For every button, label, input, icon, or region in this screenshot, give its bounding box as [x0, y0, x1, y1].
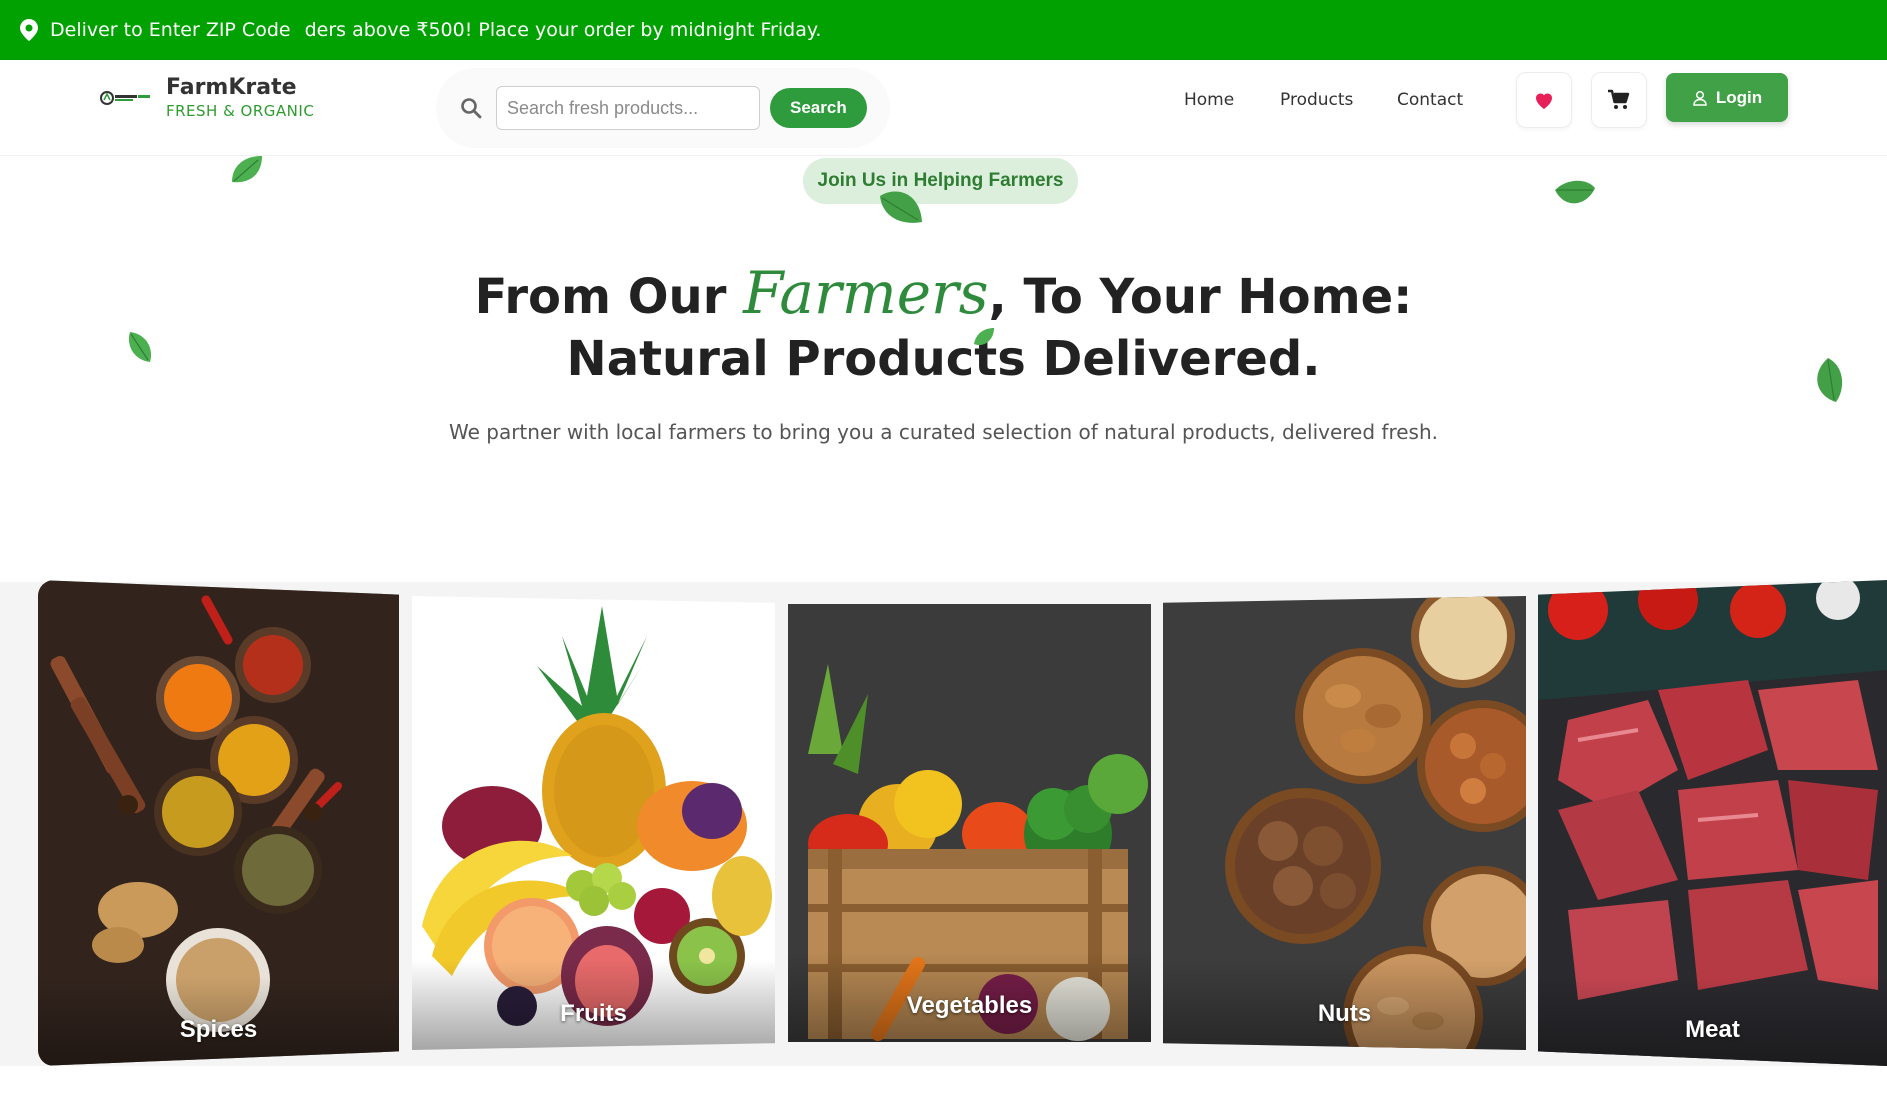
nav-home[interactable]: Home — [1184, 90, 1234, 110]
cart-button[interactable] — [1591, 72, 1647, 128]
category-label: Vegetables — [906, 992, 1033, 1019]
join-farmers-pill[interactable]: Join Us in Helping Farmers — [803, 158, 1078, 204]
brand-logo-link[interactable]: FarmKrate FRESH & ORGANIC — [100, 75, 314, 121]
category-card-spices[interactable]: Spices — [38, 580, 399, 1066]
headline-text-2: , To Your Home: — [988, 269, 1413, 325]
zip-code-link[interactable]: Deliver to Enter ZIP Code — [50, 19, 291, 41]
nav-contact[interactable]: Contact — [1397, 90, 1463, 110]
headline-script-word: Farmers — [743, 259, 989, 327]
login-label: Login — [1715, 87, 1763, 107]
announcement-text: ders above ₹500! Place your order by mid… — [304, 19, 822, 41]
user-icon — [1693, 90, 1707, 106]
site-header: FarmKrate FRESH & ORGANIC Search Home Pr… — [0, 60, 1887, 156]
announcement-bar: Deliver to Enter ZIP Code ders above ₹50… — [0, 0, 1887, 60]
leaf-icon — [232, 156, 262, 183]
login-button[interactable]: Login — [1666, 73, 1788, 122]
category-label: Fruits — [560, 1000, 627, 1027]
leaf-icon — [880, 191, 922, 223]
cart-icon — [1608, 89, 1630, 109]
search-button[interactable]: Search — [770, 88, 867, 128]
leaf-icon — [1817, 358, 1843, 402]
search-input[interactable] — [496, 86, 760, 130]
leaf-icon — [1555, 180, 1595, 204]
location-pin-icon[interactable] — [20, 19, 38, 41]
category-label: Spices — [179, 1016, 258, 1043]
brand-tagline: FRESH & ORGANIC — [166, 102, 315, 120]
leaf-icon — [974, 328, 994, 346]
category-card-meat[interactable]: Meat — [1538, 580, 1887, 1066]
farmkrate-logo-icon — [100, 91, 150, 105]
heart-icon — [1536, 93, 1552, 109]
wishlist-button[interactable] — [1516, 72, 1572, 128]
brand-name: FarmKrate — [166, 75, 297, 100]
nav-products[interactable]: Products — [1280, 90, 1353, 110]
category-card-vegetables[interactable]: Vegetables — [788, 604, 1151, 1042]
category-card-fruits[interactable]: Fruits — [412, 596, 775, 1050]
category-card-nuts[interactable]: Nuts — [1163, 596, 1526, 1050]
category-label: Meat — [1685, 1016, 1740, 1043]
category-label: Nuts — [1317, 1000, 1372, 1027]
leaf-icon — [128, 332, 152, 362]
hero-headline: From Our Farmers, To Your Home: Natural … — [400, 262, 1487, 390]
headline-line-2: Natural Products Delivered. — [566, 331, 1321, 387]
search-icon — [461, 98, 482, 119]
headline-text-1: From Our — [474, 269, 744, 325]
hero-subtitle: We partner with local farmers to bring y… — [448, 420, 1438, 444]
search-bar: Search — [436, 68, 890, 148]
